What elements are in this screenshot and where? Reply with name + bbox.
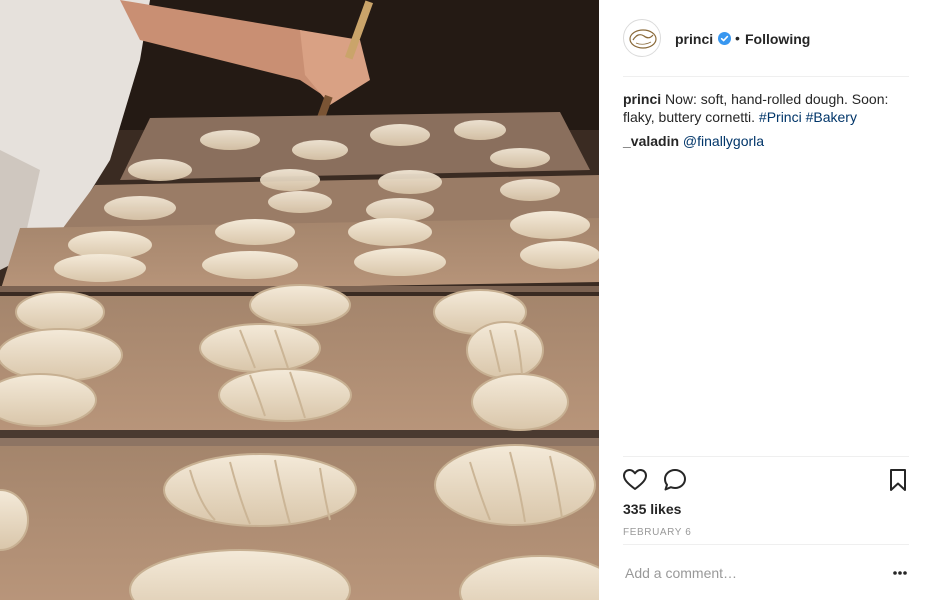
verified-badge-icon: [718, 32, 731, 45]
avatar[interactable]: [623, 19, 661, 57]
like-count[interactable]: 335 likes: [623, 501, 681, 517]
princi-logo: [629, 29, 657, 49]
post-actions: 335 likes FEBRUARY 6: [623, 456, 909, 545]
heart-icon[interactable]: [622, 467, 648, 493]
post-side-panel: princi • Following princi Now: soft, han…: [599, 0, 934, 600]
post-username[interactable]: princi: [675, 31, 713, 47]
post-photo[interactable]: [0, 0, 600, 600]
more-options-icon[interactable]: [893, 571, 907, 575]
croissant-photo-illustration: [0, 0, 600, 600]
add-comment-bar: [623, 544, 909, 601]
hashtag-bakery[interactable]: #Bakery: [806, 109, 857, 125]
speech-bubble-icon[interactable]: [662, 467, 688, 493]
following-button[interactable]: Following: [745, 31, 810, 47]
bookmark-icon[interactable]: [885, 467, 911, 493]
caption-username[interactable]: princi: [623, 91, 661, 107]
comment-mention[interactable]: @finallygorla: [683, 133, 764, 149]
post-date: FEBRUARY 6: [623, 527, 692, 538]
add-comment-input[interactable]: [623, 563, 877, 583]
post-caption: princi Now: soft, hand-rolled dough. Soo…: [623, 90, 909, 126]
comment-username[interactable]: _valadin: [623, 133, 679, 149]
header-separator: •: [735, 30, 740, 46]
hashtag-princi[interactable]: #Princi: [759, 109, 802, 125]
post-header: princi • Following: [623, 18, 909, 77]
comment: _valadin @finallygorla: [623, 132, 909, 150]
